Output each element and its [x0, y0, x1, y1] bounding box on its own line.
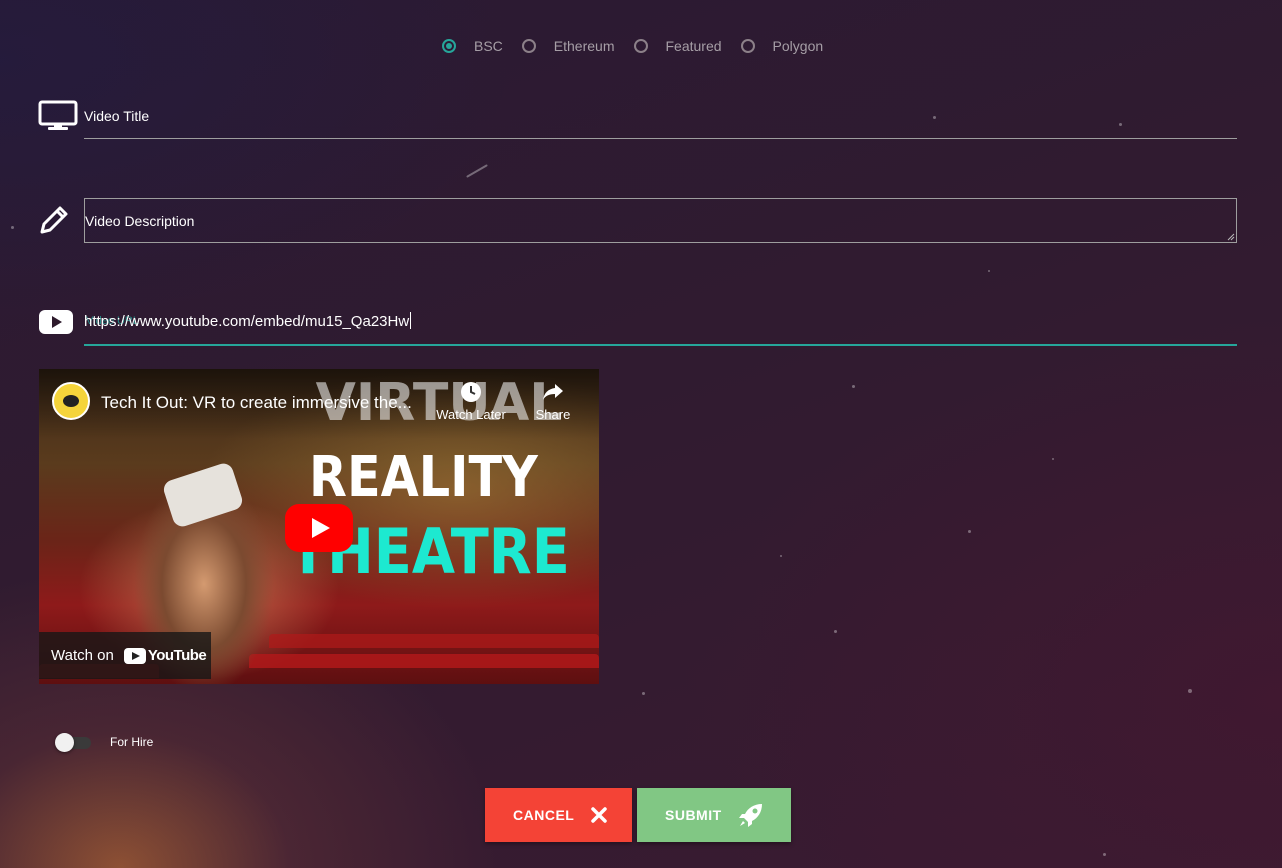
youtube-logo-icon: YouTube [123, 647, 207, 664]
radio-bsc[interactable]: BSC [442, 38, 503, 54]
youtube-wordmark: YouTube [147, 647, 207, 664]
background-speck [968, 530, 971, 533]
radio-button-icon[interactable] [442, 39, 456, 53]
background-speck [834, 630, 837, 633]
video-description-label: Video Description [85, 213, 195, 229]
for-hire-label: For Hire [110, 735, 154, 749]
cancel-button[interactable]: CANCEL [485, 788, 632, 842]
watch-later-button[interactable]: Watch Later [433, 381, 509, 422]
radio-button-icon[interactable] [633, 39, 648, 53]
text-caret [410, 312, 412, 329]
share-button[interactable]: Share [531, 381, 575, 422]
video-title-input[interactable]: Video Title [84, 108, 149, 124]
radio-label: Featured [665, 38, 722, 54]
monitor-icon [38, 100, 78, 137]
background-speck [642, 692, 645, 695]
channel-avatar[interactable] [52, 382, 90, 420]
theatre-seats [249, 654, 599, 668]
radio-featured[interactable]: Featured [633, 38, 722, 54]
video-description-textarea[interactable]: Video Description [84, 198, 1237, 243]
close-icon [590, 806, 608, 824]
video-embed-title[interactable]: Tech It Out: VR to create immersive the.… [101, 393, 412, 413]
video-title-underline [84, 138, 1237, 139]
network-radio-group: BSC Ethereum Featured Polygon [442, 36, 842, 56]
radio-label: Polygon [772, 38, 824, 54]
radio-polygon[interactable]: Polygon [740, 38, 824, 54]
pencil-icon [38, 204, 70, 241]
background-speck [1188, 689, 1192, 693]
for-hire-toggle[interactable] [55, 733, 93, 752]
thumbnail-text-reality: REALITY [309, 445, 538, 510]
background-speck [988, 270, 990, 272]
background-speck [1103, 853, 1106, 856]
theatre-seats [269, 634, 599, 648]
video-url-underline [84, 344, 1237, 346]
submit-button[interactable]: SUBMIT [637, 788, 791, 842]
radio-button-icon[interactable] [740, 39, 755, 53]
background-speck [780, 555, 782, 557]
radio-label: BSC [474, 38, 503, 54]
watch-later-label: Watch Later [436, 407, 506, 422]
resize-grip-icon[interactable] [1227, 233, 1235, 241]
youtube-play-mark [123, 647, 146, 664]
play-button[interactable] [285, 504, 353, 552]
cancel-button-label: CANCEL [513, 807, 575, 823]
radio-button-icon[interactable] [521, 39, 536, 53]
background-speck [933, 116, 936, 119]
youtube-icon [39, 310, 73, 339]
radio-ethereum[interactable]: Ethereum [521, 38, 615, 54]
background-speck [11, 226, 14, 229]
watch-on-label: Watch on [51, 647, 114, 664]
toggle-knob[interactable] [55, 733, 74, 752]
clock-icon [461, 382, 481, 402]
share-icon [543, 384, 563, 400]
rocket-icon [738, 802, 764, 828]
video-embed[interactable]: VIRTUAL REALITY THEATRE Tech It Out: VR … [39, 369, 599, 684]
submit-button-label: SUBMIT [665, 807, 722, 823]
background-speck [1052, 458, 1054, 460]
share-label: Share [535, 407, 571, 422]
watch-on-youtube-link[interactable]: Watch on YouTube [39, 632, 211, 679]
radio-label: Ethereum [553, 38, 615, 54]
background-speck [1119, 123, 1122, 126]
background-speck [466, 164, 488, 178]
background-speck [852, 385, 855, 388]
video-url-value: https://www.youtube.com/embed/mu15_Qa23H… [84, 313, 410, 330]
video-url-input[interactable]: https://www.youtube.com/embed/mu15_Qa23H… [84, 312, 412, 330]
